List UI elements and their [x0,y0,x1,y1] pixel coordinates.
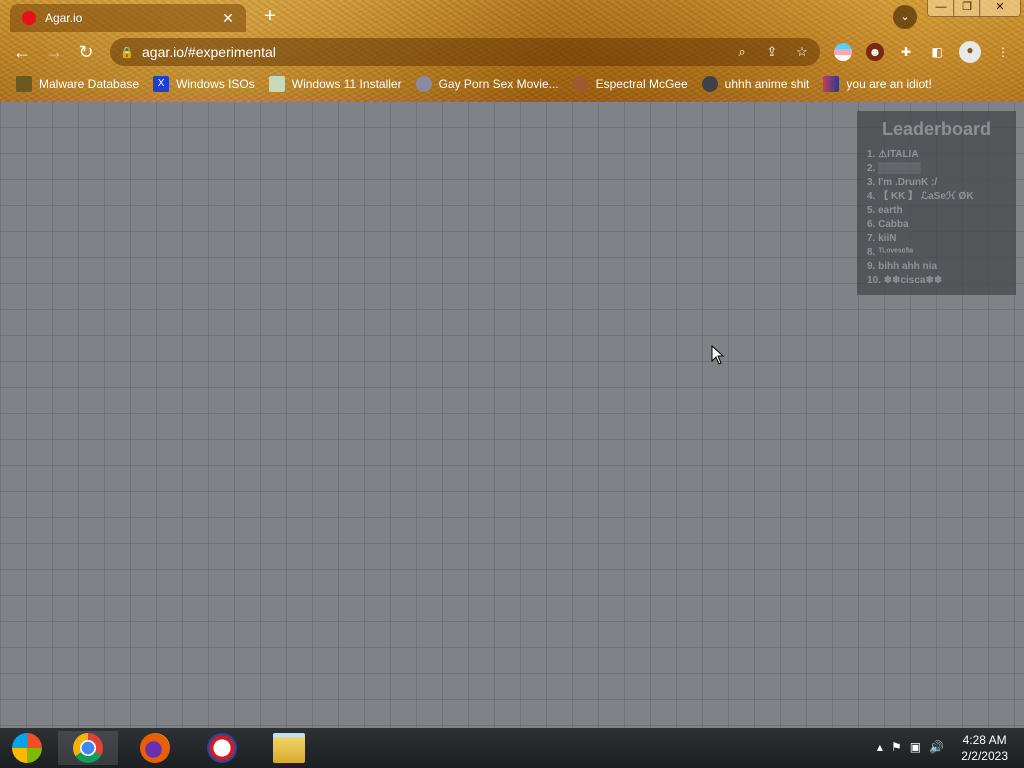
chrome-icon [73,733,103,763]
tab-search-button[interactable]: ⌄ [893,5,917,29]
search-icon[interactable]: ⌕ [730,44,754,60]
leaderboard-entry: 2. ▒▒▒▒▒▒ [867,163,921,174]
new-tab-button[interactable]: + [260,6,280,28]
leaderboard-entry: 10. ❄❄cisca❄❄ [867,275,943,286]
bookmark-espectral-mcgee[interactable]: Espectral McGee [572,76,688,92]
clock-date: 2/2/2023 [961,749,1008,763]
bookmark-movie[interactable]: Gay Porn Sex Movie... [415,76,559,92]
flag-icon [823,76,840,92]
back-button[interactable]: ← [11,41,33,63]
forward-button[interactable]: → [43,41,65,63]
reload-button[interactable]: ↻ [75,41,97,63]
bookmark-anime[interactable]: uhhh anime shit [701,76,810,92]
volume-icon[interactable]: 🔊 [929,740,944,754]
start-orb-icon [12,733,42,763]
taskbar-chrome[interactable] [58,731,118,765]
system-tray: ▴ ⚑ ▣ 🔊 [877,740,944,754]
disc-icon [415,76,432,92]
tab-title: Agar.io [45,11,83,25]
bookmark-label: Gay Porn Sex Movie... [438,77,559,91]
lock-icon[interactable]: 🔒 [120,46,134,59]
network-icon[interactable]: ▣ [910,740,921,754]
tab-agar[interactable]: Agar.io ✕ [10,4,246,32]
maximize-button[interactable]: ❐ [953,0,981,17]
show-hidden-icons-chevron-icon[interactable]: ▴ [877,740,883,754]
leaderboard-list: 1. ⚠ITALIA 2. ▒▒▒▒▒▒ 3. I'm .DrunK :/ 4.… [867,148,1016,288]
menu-kebab-icon[interactable]: ⋮ [994,43,1012,61]
face-icon [572,76,589,92]
leaderboard-entry: 6. Cabba [867,219,909,230]
taskbar-firefox[interactable] [125,731,185,765]
bookmark-label: Windows 11 Installer [291,77,402,91]
share-icon[interactable]: ⇪ [760,44,784,60]
address-bar[interactable]: 🔒 agar.io/#experimental ⌕ ⇪ ☆ [110,38,820,66]
opera-icon [207,733,237,763]
malware-icon [16,76,32,92]
leaderboard-entry: 7. kiiN [867,233,897,244]
anime-icon [701,76,718,92]
bookmark-label: Malware Database [39,77,140,91]
bookmark-label: Espectral McGee [595,77,688,91]
leaderboard-entry: 9. bihh ahh nia [867,261,938,272]
bookmark-label: Windows ISOs [176,77,255,91]
extensions-puzzle-icon[interactable]: ✚ [897,43,915,61]
folder-icon [273,733,305,763]
game-canvas[interactable]: Leaderboard 1. ⚠ITALIA 2. ▒▒▒▒▒▒ 3. I'm … [0,102,1024,728]
taskbar-file-explorer[interactable] [259,731,319,765]
firefox-icon [140,733,170,763]
leaderboard-entry: 1. ⚠ITALIA [867,149,919,160]
url-text[interactable]: agar.io/#experimental [142,44,730,60]
bookmark-you-are-an-idiot[interactable]: you are an idiot! [823,76,932,92]
taskbar-opera[interactable] [192,731,252,765]
agar-favicon-icon [22,11,36,25]
leaderboard-title: Leaderboard [881,119,992,139]
leaderboard-entry: 4. 【 KK 】 ℒaSeℋ ØK [867,191,974,202]
bookmark-windows-isos[interactable]: X Windows ISOs [153,76,255,92]
close-window-button[interactable]: ✕ [979,0,1021,17]
leaderboard-entry: 5. earth [867,205,903,216]
side-panel-icon[interactable]: ◧ [928,43,946,61]
bookmark-label: you are an idiot! [846,77,932,91]
bookmark-star-icon[interactable]: ☆ [790,44,814,60]
bookmark-malware-database[interactable]: Malware Database [16,76,139,92]
leaderboard-entry: 3. I'm .DrunK :/ [867,177,938,188]
start-button[interactable] [0,731,54,765]
x-icon: X [153,76,170,92]
tab-close-icon[interactable]: ✕ [220,10,236,27]
clock[interactable]: 4:28 AM 2/2/2023 [961,732,1008,764]
leaderboard: Leaderboard 1. ⚠ITALIA 2. ▒▒▒▒▒▒ 3. I'm … [857,111,1016,295]
avatar-extension-icon[interactable]: ☻ [866,43,884,61]
clock-time: 4:28 AM [962,733,1007,747]
bookmark-label: uhhh anime shit [724,77,810,91]
bookmarks-bar: Malware Database X Windows ISOs Windows … [0,73,1024,95]
taskbar: ▴ ⚑ ▣ 🔊 4:28 AM 2/2/2023 [0,728,1024,768]
leaderboard-entry: 8. ᵀᴸᵒᵛᵉˢᵒᶠᶦᵃ [867,247,914,258]
profile-icon[interactable]: ● [959,41,981,63]
minimize-button[interactable]: — [927,0,955,17]
action-center-flag-icon[interactable]: ⚑ [891,740,902,754]
image-icon [268,76,285,92]
flag-extension-icon[interactable] [834,43,852,61]
bookmark-windows-11-installer[interactable]: Windows 11 Installer [268,76,402,92]
browser-chrome: Agar.io ✕ + ⌄ — ❐ ✕ ← → ↻ 🔒 agar.io/#exp… [0,0,1024,102]
